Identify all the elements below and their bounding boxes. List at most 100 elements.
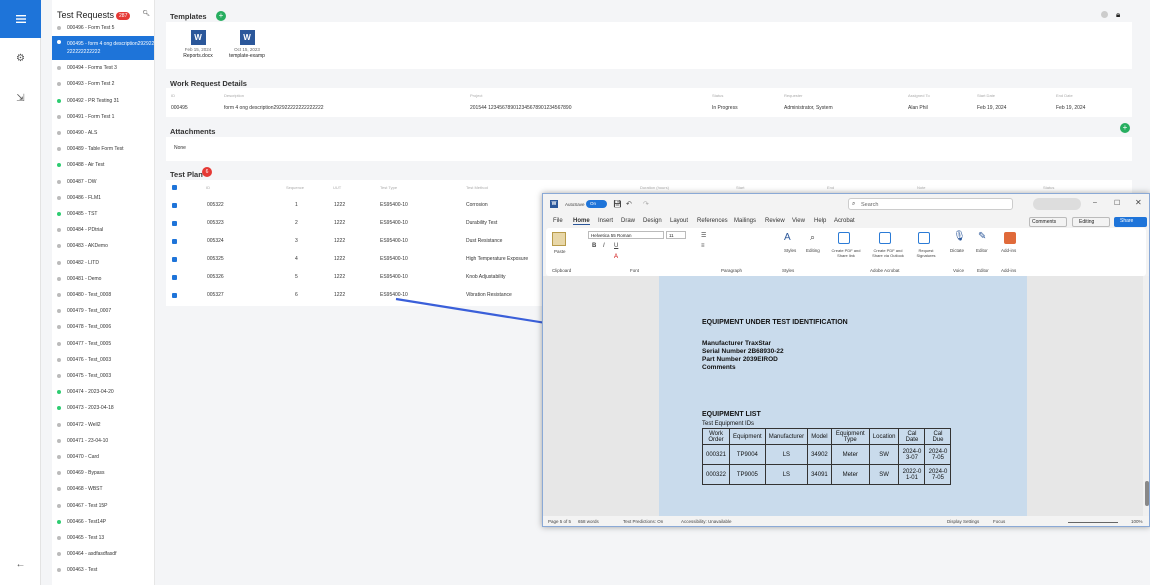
group-clipboard: Clipboard [552,268,572,273]
equipment-table-header: Location [868,428,900,445]
vertical-scrollbar[interactable] [1143,276,1149,516]
create-pdf-outlook-button[interactable]: Create PDF and Share via Outlook [868,248,908,258]
group-adobe-acrobat: Adobe Acrobat [870,268,900,273]
comments-label: Comments [1032,219,1057,225]
doc-table-caption: Test Equipment IDs [702,421,755,427]
group-styles: Styles [782,268,795,273]
editing-button[interactable]: Editing [806,248,820,253]
equipment-table-cell: LS [764,444,809,465]
display-settings[interactable]: Display Settings [947,519,979,524]
close-icon[interactable]: ✕ [1135,198,1142,207]
equipment-table-cell: LS [764,464,809,485]
font-name-select[interactable]: Helvetica 55 Roman [588,231,664,239]
ribbon-tab[interactable]: Acrobat [834,218,855,224]
ribbon-tab[interactable]: File [553,218,563,224]
equipment-table-header: Equipment Type [830,428,870,445]
group-add-ins: Add-ins [1001,268,1017,273]
equipment-table-cell: 2024-07-05 [924,464,952,485]
accessibility-status[interactable]: Accessibility: Unavailable [681,519,732,524]
equipment-table-cell: Meter [830,444,870,465]
styles-button[interactable]: Styles [784,248,796,253]
create-pdf-share-link-button[interactable]: Create PDF and Share link [828,248,864,258]
document-area: EQUIPMENT UNDER TEST IDENTIFICATION Manu… [543,276,1149,516]
group-font: Font [630,268,640,273]
text-predictions[interactable]: Text Predictions: On [623,519,663,524]
microphone-icon[interactable]: 🎙︎ [953,231,966,242]
group-editor: Editor [977,268,989,273]
font-name: Helvetica 55 Roman [591,233,632,238]
minimize-icon[interactable]: – [1093,199,1097,206]
word-window: W AutoSave On 💾︎ ↶ ↷ Search ⌕ – ☐ ✕ File… [542,193,1150,527]
create-pdf-icon[interactable] [838,232,850,244]
underline-button[interactable]: U [614,243,618,249]
align-left-button[interactable]: ≡ [701,243,705,249]
styles-icon[interactable]: A [784,232,791,243]
maximize-icon[interactable]: ☐ [1114,199,1120,207]
document-page[interactable]: EQUIPMENT UNDER TEST IDENTIFICATION Manu… [659,276,1027,516]
bold-button[interactable]: B [592,243,596,249]
ribbon-tab[interactable]: References [697,218,728,224]
ribbon-tab[interactable]: Help [814,218,826,224]
paste-icon[interactable] [552,232,566,246]
create-pdf-outlook-icon[interactable] [879,232,891,244]
word-status-bar: Page 5 of 5 658 words Text Predictions: … [543,516,1149,526]
search-placeholder: Search [861,202,879,208]
equipment-table-cell: 34902 [807,444,832,465]
word-count[interactable]: 658 words [578,519,599,524]
undo-icon[interactable]: ↶ [626,200,632,208]
ribbon-tab[interactable]: Design [643,218,662,224]
group-voice: Voice [953,268,965,273]
autosave-toggle[interactable]: On [586,200,607,208]
ribbon-tab[interactable]: Home [573,218,590,225]
account-area[interactable] [1033,198,1081,210]
request-signatures-button[interactable]: Request Signatures [912,248,940,258]
add-ins-button[interactable]: Add-ins [1001,248,1016,253]
autosave-state: On [590,201,597,206]
ribbon-tab[interactable]: Layout [670,218,688,224]
equipment-table-header: Work Order [701,428,731,445]
equipment-table-cell: TP9004 [729,444,766,465]
request-signatures-icon[interactable] [918,232,930,244]
doc-serial-number: Serial Number 2B68930-22 [702,348,784,355]
share-button[interactable]: Share [1114,217,1147,227]
search-box[interactable]: Search ⌕ [848,198,1013,210]
italic-button[interactable]: I [603,243,605,249]
zoom-level[interactable]: 100% [1131,519,1143,524]
ribbon: Paste Helvetica 55 Roman 11 B I U A ☰ ≡ … [546,228,1146,276]
zoom-slider[interactable] [1068,522,1118,523]
equipment-table-cell: SW [868,464,900,485]
equipment-table: Work Order Equipment Manufacturer Model Equi… [701,428,952,485]
editing-icon[interactable]: ⌕ [810,232,815,243]
add-ins-icon[interactable] [1004,232,1016,244]
doc-part-number: Part Number 2039EIROD [702,356,778,363]
focus-mode[interactable]: Focus [993,519,1005,524]
bullets-button[interactable]: ☰ [701,232,706,239]
paste-button[interactable]: Paste [554,249,566,254]
share-label: Share [1120,218,1134,224]
autosave-label: AutoSave [565,202,585,207]
editor-icon[interactable]: ✎ [978,231,986,242]
ribbon-tab[interactable]: Review [765,218,785,224]
comments-button[interactable]: Comments [1029,217,1067,227]
redo-icon[interactable]: ↷ [643,200,649,208]
scrollbar-thumb[interactable] [1145,481,1149,506]
ribbon-tab[interactable]: Mailings [734,218,756,224]
dictate-button[interactable]: Dictate [950,248,964,253]
equipment-table-cell: 000321 [701,444,731,465]
group-paragraph: Paragraph [721,268,743,273]
editor-button[interactable]: Editor [976,248,988,253]
ribbon-tab[interactable]: Insert [598,218,613,224]
font-color-button[interactable]: A [614,254,618,260]
font-size-select[interactable]: 11 [666,231,686,239]
word-title-bar: W AutoSave On 💾︎ ↶ ↷ Search ⌕ – ☐ ✕ [543,194,1149,214]
doc-manufacturer: Manufacturer TraxStar [702,340,771,347]
equipment-table-cell: TP9005 [729,464,766,485]
equipment-table-cell: 2022-01-01 [898,464,926,485]
editing-mode-button[interactable]: Editing [1072,217,1110,227]
equipment-table-header: Model [807,428,832,445]
ribbon-tab[interactable]: View [792,218,805,224]
ribbon-tab[interactable]: Draw [621,218,635,224]
page-count[interactable]: Page 5 of 5 [548,519,571,524]
save-icon[interactable]: 💾︎ [613,200,622,208]
doc-heading-equipment-list: EQUIPMENT LIST [702,411,761,418]
